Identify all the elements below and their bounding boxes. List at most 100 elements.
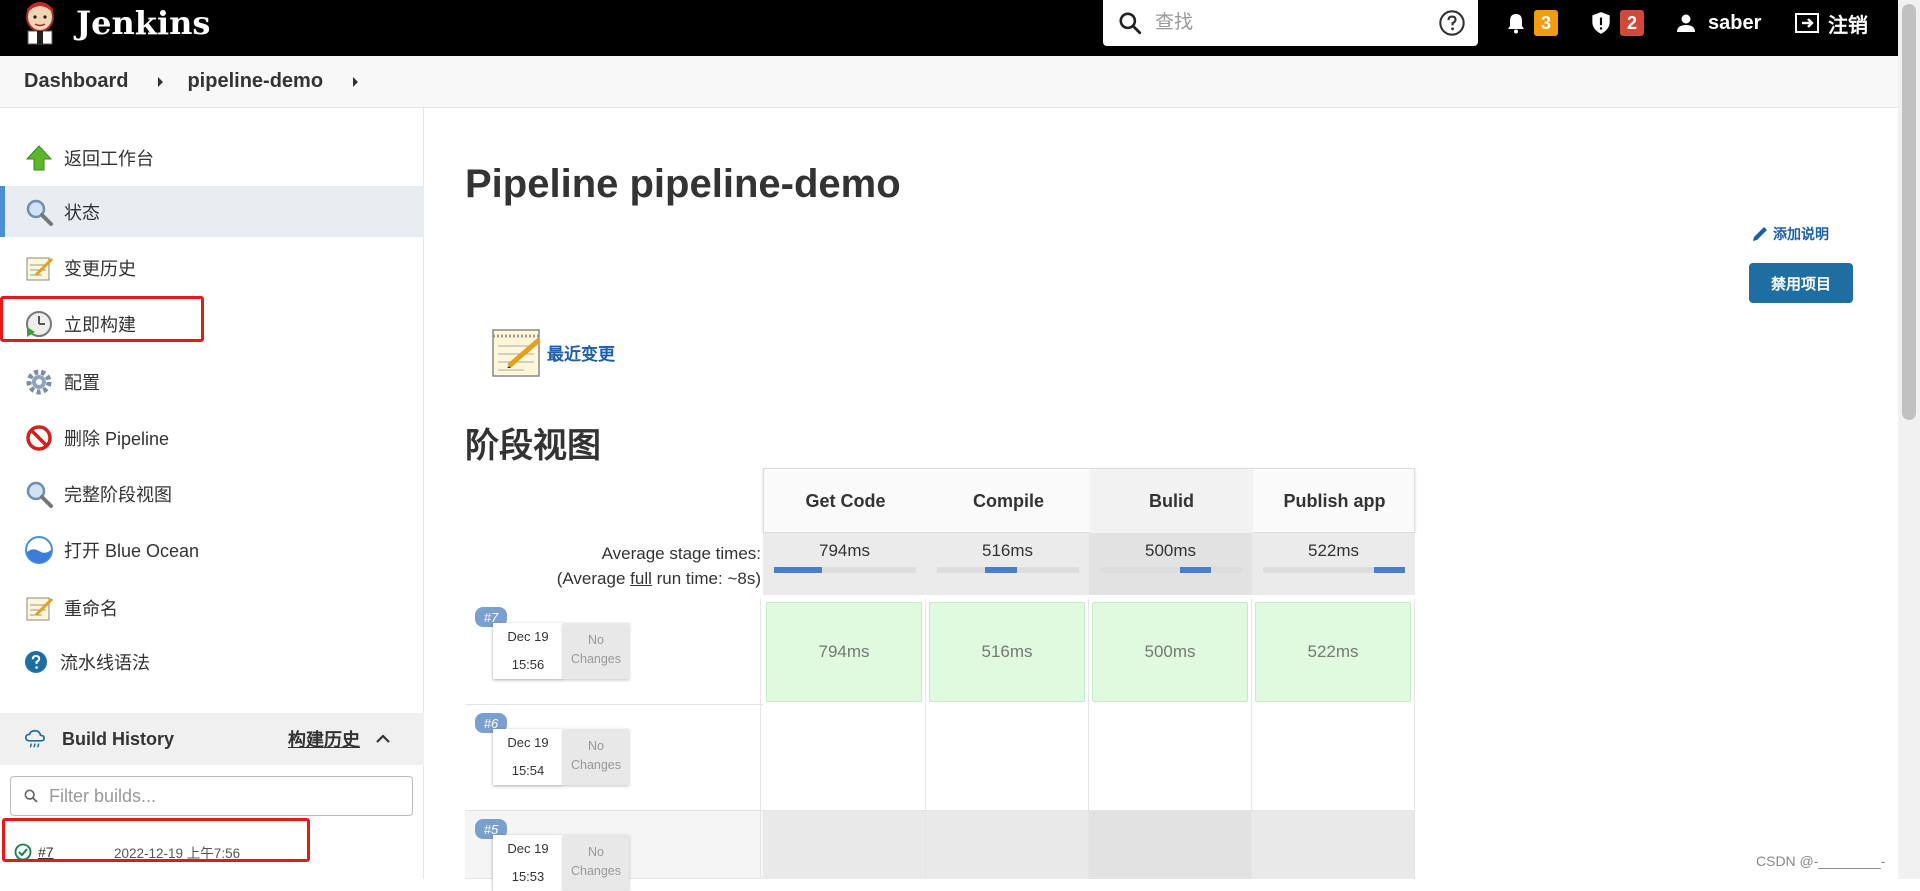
stage-build-row: #7 Dec 19 15:56 No Changes 794ms 516ms 5… [465, 599, 1415, 705]
sidebar-item-blue-ocean[interactable]: 打开 Blue Ocean [0, 524, 424, 575]
sidebar-item-configure[interactable]: 配置 [0, 356, 424, 407]
stage-cell[interactable] [1089, 811, 1252, 879]
add-description-label: 添加说明 [1773, 226, 1829, 242]
no-changes-card[interactable]: No Changes [563, 729, 629, 785]
stage-average-cell: 522ms [1252, 533, 1415, 595]
stage-name: Compile [972, 491, 1044, 511]
stage-average-bar [936, 567, 1079, 573]
sidebar-item-label: 打开 Blue Ocean [64, 540, 200, 561]
app-name: Jenkins [76, 4, 211, 42]
breadcrumb: Dashboard pipeline-demo [0, 56, 1898, 108]
sidebar-item-label: 配置 [64, 372, 100, 393]
stage-duration: 500ms [1092, 602, 1248, 702]
help-icon [25, 650, 47, 673]
filter-builds-input[interactable] [49, 785, 389, 807]
stage-average-bar-fill [1179, 567, 1211, 573]
stage-cell[interactable] [763, 811, 926, 879]
sidebar-item-label: 完整阶段视图 [64, 484, 172, 505]
pencil-icon [1753, 227, 1767, 241]
breadcrumb-pipeline-demo[interactable]: pipeline-demo [187, 70, 323, 93]
stage-average-bar-fill [984, 567, 1017, 573]
security-button[interactable]: 2 [1588, 0, 1644, 46]
average-run-time-text: (Average full run time: ~8s) [465, 566, 761, 591]
stage-average-bar-fill [1373, 567, 1405, 573]
stage-cell[interactable] [1252, 705, 1415, 811]
breadcrumb-separator-icon[interactable] [158, 76, 164, 87]
disable-project-button[interactable]: 禁用项目 [1749, 263, 1853, 303]
user-icon [1677, 14, 1695, 32]
stage-cell[interactable]: 500ms [1089, 599, 1252, 705]
chevron-up-icon[interactable] [374, 730, 392, 748]
no-changes-card[interactable]: No Changes [563, 623, 629, 679]
stage-average-cell: 500ms [1089, 533, 1252, 595]
build-time: 15:53 [511, 869, 545, 884]
jenkins-butler-icon [26, 2, 54, 45]
stage-cell[interactable] [1089, 705, 1252, 811]
weather-rain-icon [25, 729, 45, 748]
stage-average-time: 794ms [818, 541, 871, 560]
sidebar-item-full-stage-view[interactable]: 完整阶段视图 [0, 468, 424, 519]
jenkins-logo[interactable]: Jenkins [20, 0, 210, 46]
stage-name: Bulid [1090, 469, 1253, 534]
sidebar-item-label: 返回工作台 [64, 148, 154, 169]
stage-cell[interactable] [926, 811, 1089, 879]
logout-icon [1795, 13, 1819, 33]
sidebar-item-back-to-dashboard[interactable]: 返回工作台 [0, 132, 424, 183]
average-times-label: Average stage times: (Average full run t… [465, 533, 761, 595]
stage-average-bar [1099, 567, 1242, 573]
sidebar-item-status[interactable]: 状态 [0, 186, 424, 237]
sidebar-item-label: 变更历史 [64, 258, 136, 279]
main-content: Pipeline pipeline-demo 添加说明 禁用项目 最近变更 阶段… [425, 108, 1898, 891]
stage-duration: 522ms [1255, 602, 1411, 702]
stage-cell[interactable]: 522ms [1252, 599, 1415, 705]
build-history-trend-link[interactable]: 构建历史 [288, 726, 360, 752]
logout-button[interactable]: 注销 [1794, 0, 1868, 46]
user-menu[interactable]: saber [1674, 0, 1761, 46]
build-label: #6 Dec 19 15:54 No Changes [465, 705, 761, 811]
sidebar-item-label: 流水线语法 [60, 652, 150, 673]
build-date: Dec 19 [507, 735, 549, 750]
sidebar-item-label: 状态 [64, 202, 100, 223]
filter-builds-box[interactable] [10, 776, 413, 816]
stage-build-row: #6 Dec 19 15:54 No Changes [465, 705, 1415, 811]
notepad-icon [492, 329, 541, 377]
sidebar-item-rename[interactable]: 重命名 [0, 582, 424, 633]
sidebar-item-pipeline-syntax[interactable]: 流水线语法 [0, 636, 424, 687]
watermark: CSDN @-________- [1756, 853, 1886, 869]
stage-duration: 794ms [766, 602, 922, 702]
no-entry-icon [26, 424, 52, 451]
stage-average-bar-fill [773, 567, 822, 573]
stage-cell[interactable] [1252, 811, 1415, 879]
vertical-scrollbar[interactable] [1898, 0, 1920, 879]
average-run-time-prefix: (Average [556, 569, 631, 588]
full-run-time-link[interactable]: full [630, 569, 652, 588]
sidebar-item-delete-pipeline[interactable]: 删除 Pipeline [0, 412, 424, 463]
recent-changes-link[interactable]: 最近变更 [489, 324, 615, 380]
stage-average-cell: 794ms [763, 533, 926, 595]
search-icon [1119, 12, 1142, 35]
stage-average-bar [1262, 567, 1405, 573]
sidebar-item-changes[interactable]: 变更历史 [0, 242, 424, 293]
help-icon[interactable] [1438, 9, 1466, 37]
stage-average-time: 516ms [981, 541, 1034, 560]
breadcrumb-separator-icon[interactable] [353, 76, 359, 87]
stage-build-row: #5 Dec 19 15:53 No Changes [465, 811, 1415, 891]
add-description-link[interactable]: 添加说明 [1750, 224, 1829, 244]
notifications-button[interactable]: 3 [1504, 0, 1558, 46]
stage-cell[interactable]: 794ms [763, 599, 926, 705]
stage-cell[interactable] [763, 705, 926, 811]
sidebar-item-label: 删除 Pipeline [64, 428, 170, 449]
stage-cell[interactable]: 516ms [926, 599, 1089, 705]
stage-average-bar [773, 567, 916, 573]
stage-cell[interactable] [926, 705, 1089, 811]
annotation-highlight-box [2, 818, 310, 862]
breadcrumb-dashboard[interactable]: Dashboard [24, 70, 128, 93]
scrollbar-thumb[interactable] [1902, 4, 1916, 420]
no-changes-card[interactable]: No Changes [563, 835, 629, 891]
magnifier-icon [26, 199, 53, 226]
search-input[interactable] [1155, 12, 1415, 34]
search-box[interactable] [1103, 0, 1478, 46]
stage-duration: 516ms [929, 602, 1085, 702]
build-time: 15:56 [511, 657, 545, 672]
recent-changes-label: 最近变更 [547, 344, 615, 364]
